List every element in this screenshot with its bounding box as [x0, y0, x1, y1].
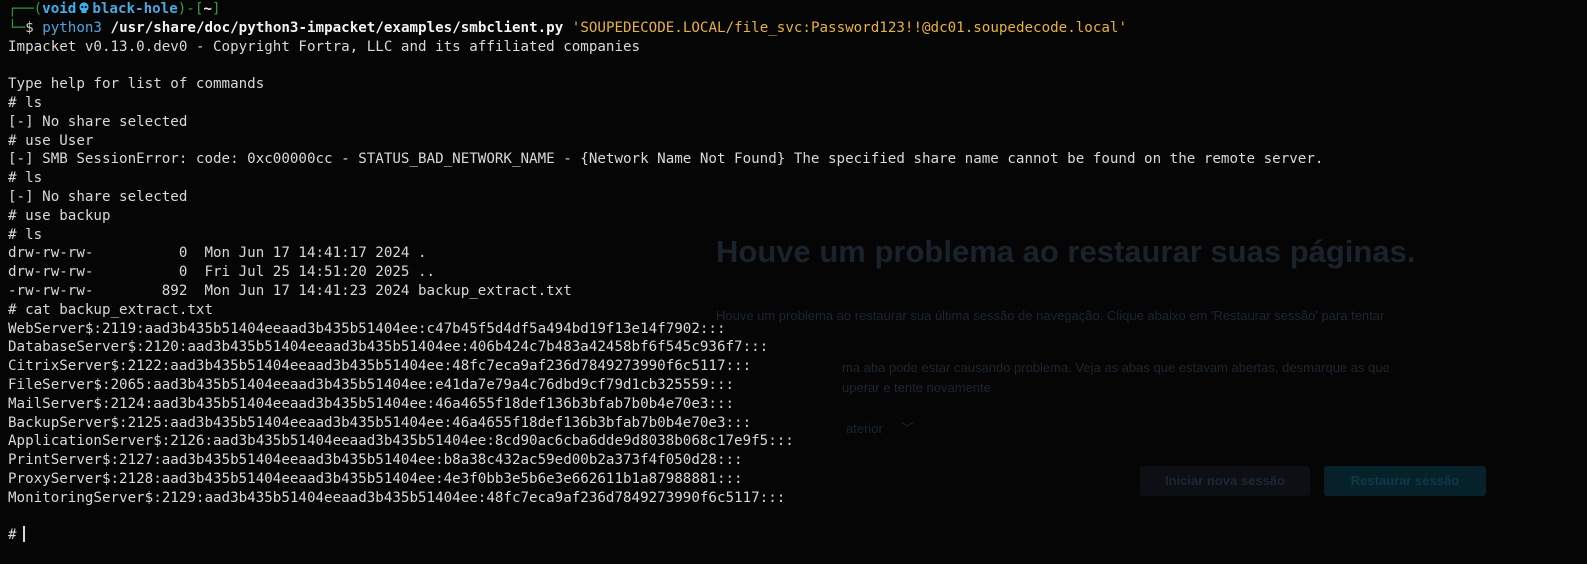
- output-lines: Impacket v0.13.0.dev0 - Copyright Fortra…: [8, 38, 1587, 527]
- terminal-output-line: DatabaseServer$:2120:aad3b435b51404eeaad…: [8, 339, 769, 356]
- input-line[interactable]: #: [8, 526, 1587, 545]
- prompt-frame-bottom: └─: [8, 19, 26, 36]
- prompt-user: void: [42, 1, 77, 17]
- terminal-output-line: WebServer$:2119:aad3b435b51404eeaad3b435…: [8, 320, 726, 337]
- prompt-frame-top: ┌──(: [8, 1, 43, 17]
- prompt-dollar: $: [25, 19, 34, 36]
- terminal-output-line: ApplicationServer$:2126:aad3b435b51404ee…: [8, 433, 794, 450]
- terminal-output-line: [-] SMB SessionError: code: 0xc00000cc -…: [8, 151, 1324, 168]
- terminal-output-line: FileServer$:2065:aad3b435b51404eeaad3b43…: [8, 376, 735, 393]
- terminal-output-line: [-] No share selected: [8, 188, 188, 205]
- terminal-output-line: # ls: [8, 226, 43, 243]
- terminal-output[interactable]: ┌──(void black-hole)-[~] └─$ python3 /usr…: [8, 0, 1587, 545]
- terminal-output-line: Impacket v0.13.0.dev0 - Copyright Fortra…: [8, 38, 641, 55]
- terminal-output-line: -rw-rw-rw- 892 Mon Jun 17 14:41:23 2024 …: [8, 282, 572, 299]
- prompt-host: black-hole: [92, 1, 178, 17]
- terminal-output-line: # use User: [8, 132, 94, 149]
- terminal-output-line: Type help for list of commands: [8, 76, 265, 93]
- terminal-output-line: # use backup: [8, 207, 111, 224]
- screen: Houve um problema ao restaurar suas pági…: [0, 0, 1587, 564]
- terminal-output-line: BackupServer$:2125:aad3b435b51404eeaad3b…: [8, 414, 752, 431]
- terminal-output-line: ProxyServer$:2128:aad3b435b51404eeaad3b4…: [8, 470, 743, 487]
- command-program: python3: [42, 19, 102, 36]
- terminal-output-line: # ls: [8, 94, 43, 111]
- terminal-output-line: # cat backup_extract.txt: [8, 301, 213, 318]
- terminal-output-line: MailServer$:2124:aad3b435b51404eeaad3b43…: [8, 395, 735, 412]
- prompt-cwd: ~: [203, 1, 212, 17]
- command-script: /usr/share/doc/python3-impacket/examples…: [110, 19, 564, 36]
- prompt-line: ┌──(void black-hole)-[~]: [8, 0, 1587, 19]
- command-line: └─$ python3 /usr/share/doc/python3-impac…: [8, 19, 1587, 38]
- prompt-frame-end: ]: [211, 1, 221, 17]
- prompt-frame-mid: )-[: [177, 1, 204, 17]
- terminal-output-line: # ls: [8, 170, 43, 187]
- terminal-output-line: PrintServer$:2127:aad3b435b51404eeaad3b4…: [8, 452, 743, 469]
- terminal-output-line: [-] No share selected: [8, 113, 188, 130]
- command-target: 'SOUPEDECODE.LOCAL/file_svc:Password123!…: [571, 19, 1128, 36]
- input-prompt: #: [8, 527, 17, 544]
- skull-icon: [79, 2, 89, 13]
- terminal-output-line: drw-rw-rw- 0 Fri Jul 25 14:51:20 2025 ..: [8, 264, 436, 281]
- terminal-output-line: drw-rw-rw- 0 Mon Jun 17 14:41:17 2024 .: [8, 245, 427, 262]
- terminal-output-line: MonitoringServer$:2129:aad3b435b51404eea…: [8, 489, 786, 506]
- terminal-output-line: CitrixServer$:2122:aad3b435b51404eeaad3b…: [8, 358, 752, 375]
- text-cursor: [22, 526, 25, 543]
